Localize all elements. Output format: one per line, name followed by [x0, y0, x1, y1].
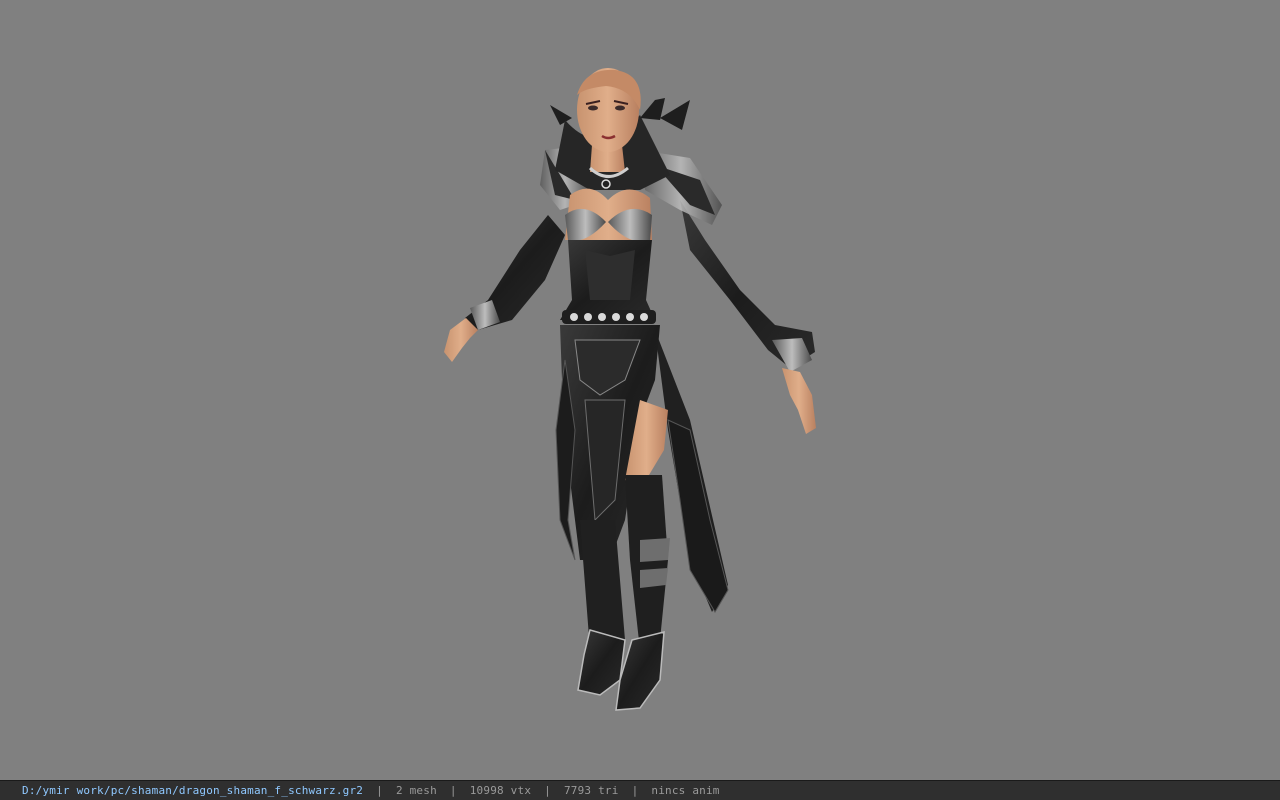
separator: |: [631, 784, 639, 797]
file-path: D:/ymir work/pc/shaman/dragon_shaman_f_s…: [22, 784, 364, 797]
3d-viewport[interactable]: [0, 0, 1280, 780]
animation-status: nincs anim: [651, 784, 720, 797]
separator: |: [449, 784, 457, 797]
status-bar: D:/ymir work/pc/shaman/dragon_shaman_f_s…: [0, 780, 1280, 800]
vertex-count: 10998 vtx: [469, 784, 532, 797]
separator: |: [544, 784, 551, 797]
triangle-count: 7793 tri: [563, 784, 619, 797]
separator: |: [376, 784, 383, 797]
mesh-count: 2 mesh: [395, 784, 437, 797]
character-model: [444, 68, 816, 711]
